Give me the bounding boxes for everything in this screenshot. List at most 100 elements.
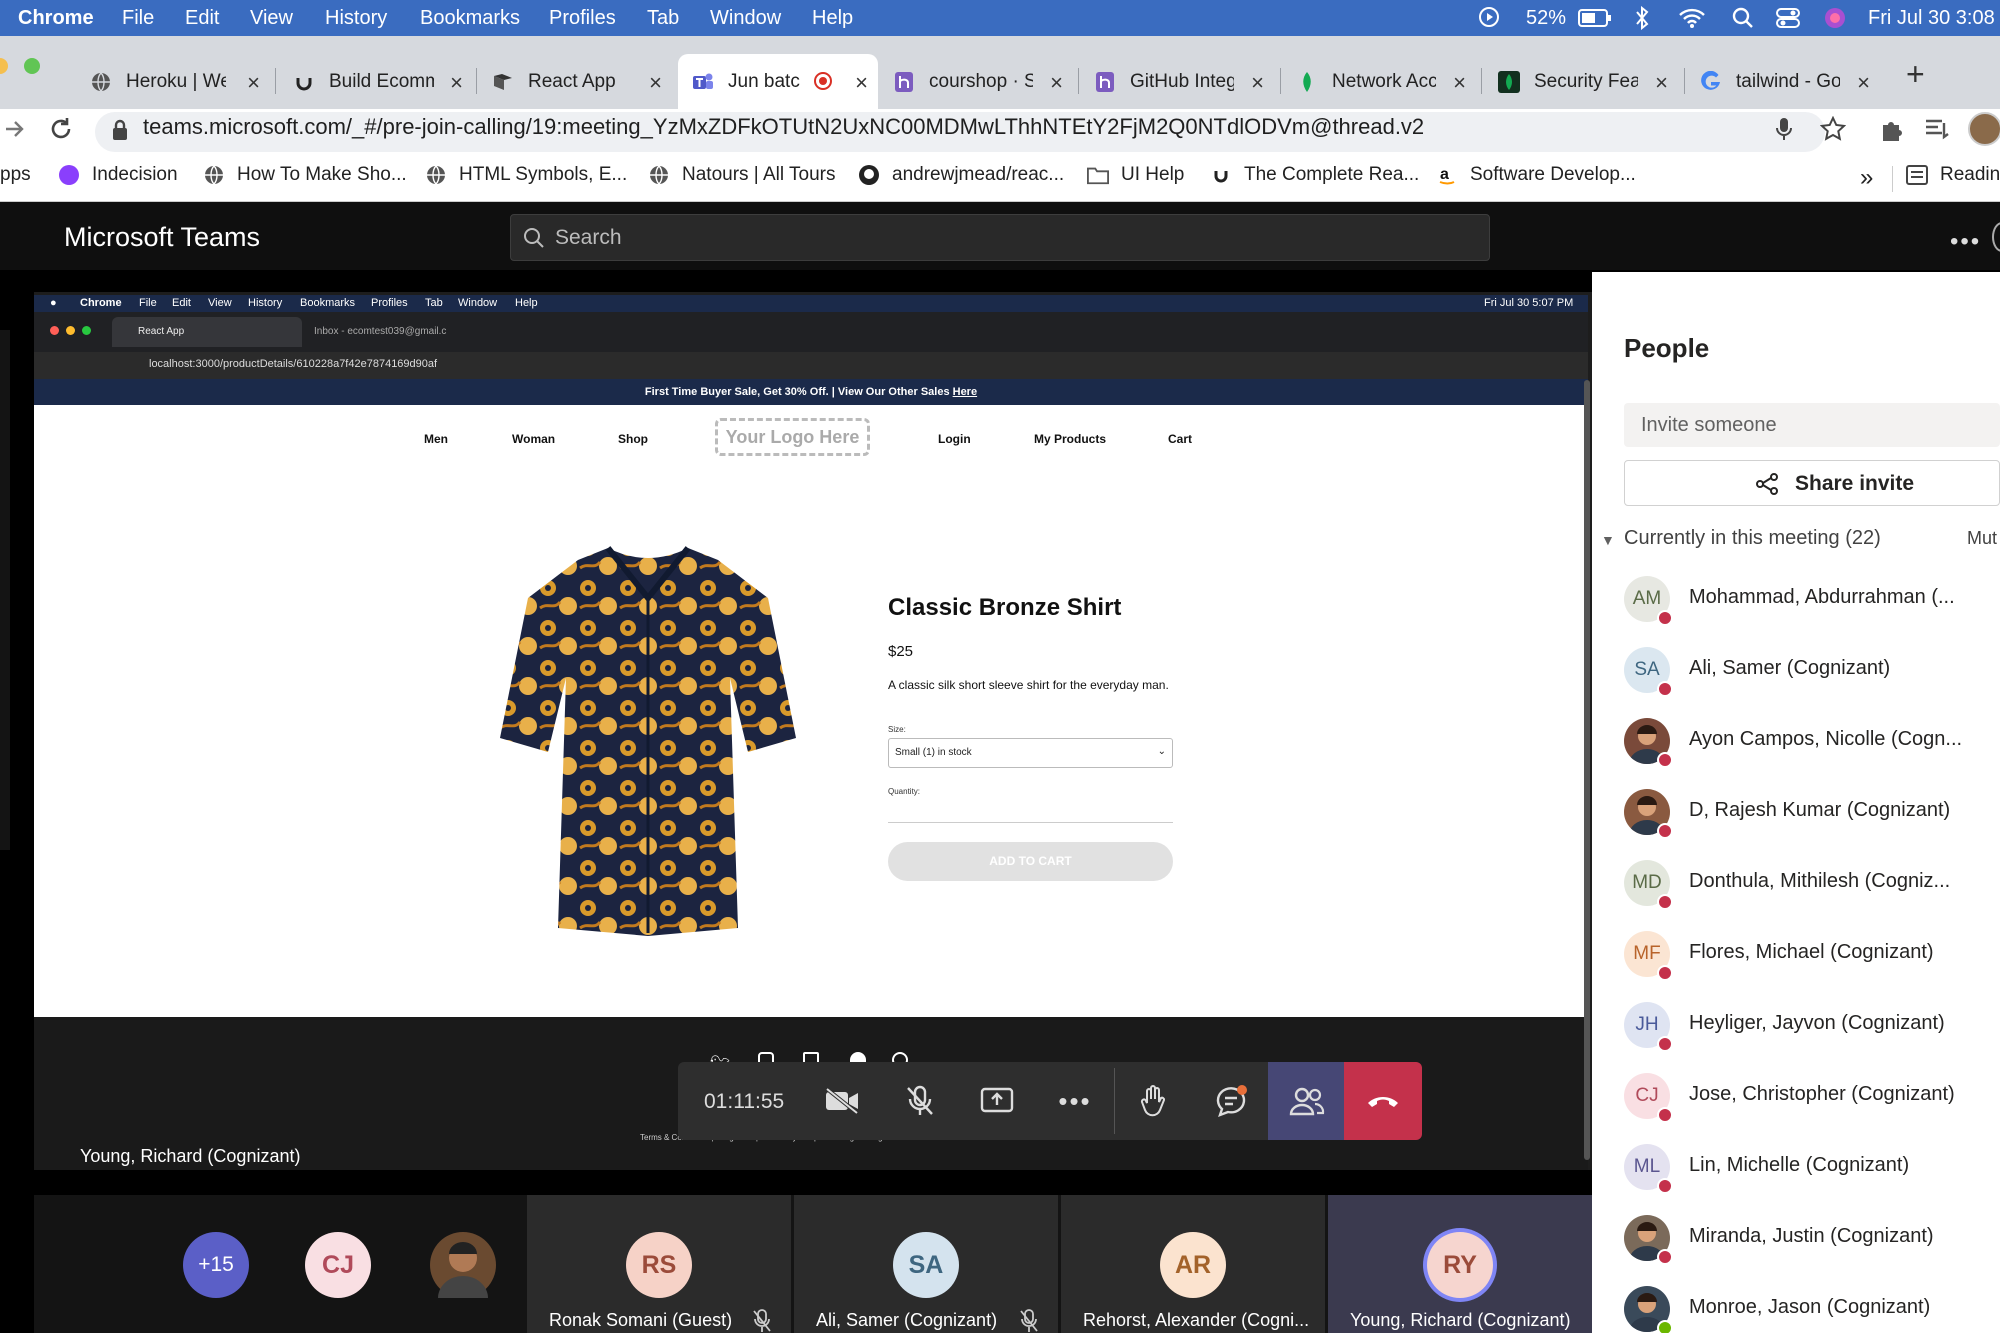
menu-file[interactable]: File (122, 7, 154, 30)
menu-view[interactable]: View (250, 7, 293, 30)
forward-icon[interactable] (4, 117, 24, 141)
participant-row[interactable]: JH Heyliger, Jayvon (Cognizant) (1624, 992, 2000, 1063)
camera-off-button[interactable] (803, 1062, 881, 1140)
url-text[interactable]: teams.microsoft.com/_#/pre-join-calling/… (143, 114, 1424, 140)
bookmark-apps[interactable]: pps (0, 164, 31, 186)
search-input[interactable]: Search (510, 214, 1490, 261)
battery-icon[interactable] (1578, 9, 1612, 27)
new-tab-button[interactable]: + (1906, 56, 1925, 93)
wifi-icon[interactable] (1679, 8, 1705, 28)
lock-icon[interactable] (112, 119, 128, 141)
participant-row[interactable]: MF Flores, Michael (Cognizant) (1624, 921, 2000, 992)
bookmark-natours[interactable]: Natours | All Tours (648, 164, 835, 186)
tab-github-integ[interactable]: GitHub Integ × (1094, 54, 1264, 109)
bookmark-indecision[interactable]: Indecision (58, 164, 178, 186)
menu-bookmarks[interactable]: Bookmarks (420, 7, 520, 30)
reading-list-button[interactable]: Readin (1906, 164, 2000, 186)
window-zoom-button[interactable] (24, 58, 40, 74)
participants-button[interactable] (1268, 1062, 1346, 1140)
more-options-icon[interactable]: ••• (1950, 228, 1981, 256)
chevron-down-icon: ⌄ (1157, 746, 1166, 757)
heroku-icon (1094, 71, 1116, 93)
participant-row[interactable]: CJ Jose, Christopher (Cognizant) (1624, 1063, 2000, 1134)
screen-record-icon[interactable] (1478, 6, 1500, 28)
close-tab-icon[interactable]: × (1050, 70, 1063, 96)
tab-react-app[interactable]: React App × (492, 54, 662, 109)
close-tab-icon[interactable]: × (1857, 70, 1870, 96)
avatar: RS (626, 1232, 692, 1298)
window-minimize-button[interactable] (0, 58, 8, 74)
invite-someone-input[interactable]: Invite someone (1624, 403, 2000, 447)
chat-button[interactable] (1192, 1062, 1270, 1140)
overflow-participants[interactable]: +15 (183, 1232, 249, 1298)
participant-row[interactable]: Miranda, Justin (Cognizant) (1624, 1205, 2000, 1276)
nav-login: Login (938, 432, 971, 446)
current-meeting-header[interactable]: Currently in this meeting (22) (1624, 527, 1881, 550)
collapse-chevron-icon[interactable]: ▼ (1601, 532, 1615, 548)
menu-history[interactable]: History (325, 7, 387, 30)
spotlight-search-icon[interactable] (1732, 7, 1754, 29)
bookmark-star-icon[interactable] (1820, 116, 1846, 142)
tab-network-access[interactable]: Network Acc × (1296, 54, 1466, 109)
participant-row[interactable]: SA Ali, Samer (Cognizant) (1624, 637, 2000, 708)
close-tab-icon[interactable]: × (450, 70, 463, 96)
reload-icon[interactable] (48, 116, 74, 142)
menu-tab[interactable]: Tab (647, 7, 679, 30)
menu-profiles[interactable]: Profiles (549, 7, 616, 30)
tab-title: Heroku | Wel (126, 70, 226, 92)
menu-edit[interactable]: Edit (185, 7, 219, 30)
participant-row[interactable]: AM Mohammad, Abdurrahman (... (1624, 566, 2000, 637)
tab-google-tailwind[interactable]: tailwind - Go × (1700, 54, 1870, 109)
close-tab-icon[interactable]: × (247, 70, 260, 96)
mute-all-link[interactable]: Mut (1967, 528, 1997, 549)
bookmark-ui-help[interactable]: UI Help (1087, 164, 1184, 186)
udemy-icon (293, 71, 315, 93)
participant-row[interactable]: MD Donthula, Mithilesh (Cogniz... (1624, 850, 2000, 921)
raise-hand-button[interactable] (1114, 1062, 1192, 1140)
tab-heroku[interactable]: Heroku | Wel × (90, 54, 260, 109)
participant-row[interactable]: ML Lin, Michelle (Cognizant) (1624, 1134, 2000, 1205)
close-tab-icon[interactable]: × (1655, 70, 1668, 96)
bluetooth-icon[interactable] (1635, 6, 1649, 30)
bookmark-andrewjmead[interactable]: andrewjmead/reac... (858, 164, 1064, 186)
bookmark-complete-react[interactable]: The Complete Rea... (1210, 164, 1419, 186)
tile-name: Young, Richard (Cognizant) (1350, 1310, 1571, 1330)
participant-row[interactable]: Monroe, Jason (Cognizant) (1624, 1276, 2000, 1333)
microphone-icon[interactable] (1776, 117, 1792, 141)
mic-off-button[interactable] (881, 1062, 959, 1140)
tab-security-features[interactable]: Security Fea × (1498, 54, 1668, 109)
profile-avatar[interactable] (1968, 112, 2000, 146)
nav-shop: Shop (618, 432, 648, 446)
more-bookmarks-icon[interactable]: » (1860, 164, 1873, 192)
share-screen-icon (980, 1087, 1014, 1115)
bookmark-software-develop[interactable]: a Software Develop... (1436, 164, 1636, 186)
book-icon (492, 71, 514, 93)
close-tab-icon[interactable]: × (1453, 70, 1466, 96)
hang-up-button[interactable] (1344, 1062, 1422, 1140)
bookmark-html-symbols[interactable]: HTML Symbols, E... (425, 164, 627, 186)
menu-window[interactable]: Window (710, 7, 781, 30)
tab-courshop[interactable]: courshop · S × (893, 54, 1063, 109)
reading-list-icon[interactable] (1924, 117, 1950, 141)
close-tab-icon[interactable]: × (855, 70, 868, 96)
close-tab-icon[interactable]: × (1251, 70, 1264, 96)
menu-chrome[interactable]: Chrome (18, 7, 94, 30)
tab-teams-meeting[interactable]: Jun batc × (678, 54, 878, 109)
mic-off-icon (905, 1085, 935, 1117)
close-tab-icon[interactable]: × (649, 70, 662, 96)
control-center-icon[interactable] (1776, 8, 1800, 28)
bookmark-how-to-make[interactable]: How To Make Sho... (203, 164, 407, 186)
menu-help[interactable]: Help (812, 7, 853, 30)
siri-icon[interactable] (1823, 6, 1847, 30)
share-screen-button[interactable] (958, 1062, 1036, 1140)
participant-row[interactable]: D, Rajesh Kumar (Cognizant) (1624, 779, 2000, 850)
avatar-photo (430, 1232, 496, 1298)
share-invite-button[interactable]: Share invite (1624, 460, 2000, 506)
globe-icon (203, 164, 225, 186)
more-actions-button[interactable]: ••• (1036, 1062, 1114, 1140)
presence-busy-icon (1657, 1249, 1673, 1265)
extensions-puzzle-icon[interactable] (1880, 116, 1906, 142)
participant-row[interactable]: Ayon Campos, Nicolle (Cogn... (1624, 708, 2000, 779)
tab-build-ecomm[interactable]: Build Ecomm × (293, 54, 463, 109)
search-placeholder: Search (555, 226, 622, 249)
